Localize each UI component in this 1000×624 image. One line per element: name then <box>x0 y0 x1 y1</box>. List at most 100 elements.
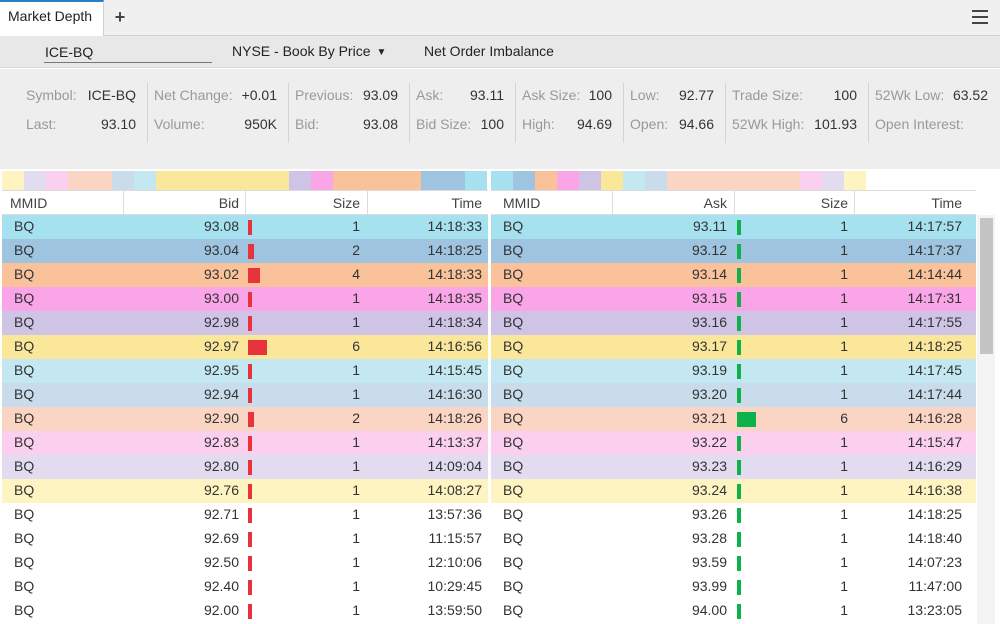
bid-size-bar <box>248 556 252 571</box>
bid-mmid-cell: BQ <box>14 482 35 498</box>
bid-table-row[interactable]: BQ 93.00 1 14:18:35 <box>2 287 488 311</box>
ask-size-bar <box>737 244 741 259</box>
ask-table-row[interactable]: BQ 93.26 1 14:18:25 <box>491 503 976 527</box>
bid-mmid-cell: BQ <box>14 386 35 402</box>
bid-size-cell: 1 <box>352 602 360 618</box>
bid-size-bar <box>248 340 267 355</box>
bid-table-row[interactable]: BQ 92.00 1 13:59:50 <box>2 599 488 623</box>
scrollbar-thumb[interactable] <box>980 218 993 354</box>
tab-market-depth[interactable]: Market Depth <box>0 0 104 36</box>
ask-size-header[interactable]: Size <box>821 195 848 211</box>
bid-price-header[interactable]: Bid <box>219 195 239 211</box>
ask-table-row[interactable]: BQ 93.19 1 14:17:45 <box>491 359 976 383</box>
ask-mmid-cell: BQ <box>503 218 524 234</box>
bid-size-cell: 1 <box>352 290 360 306</box>
symbol-input[interactable] <box>44 41 212 63</box>
bid-table-row[interactable]: BQ 92.90 2 14:18:26 <box>2 407 488 431</box>
hamburger-menu-icon[interactable] <box>972 10 988 24</box>
bid-table-row[interactable]: BQ 92.71 1 13:57:36 <box>2 503 488 527</box>
bid-table-row[interactable]: BQ 92.98 1 14:18:34 <box>2 311 488 335</box>
ask-table-row[interactable]: BQ 93.15 1 14:17:31 <box>491 287 976 311</box>
ask-time-cell: 14:17:37 <box>907 242 963 258</box>
bid-table-row[interactable]: BQ 92.94 1 14:16:30 <box>2 383 488 407</box>
ask-mmid-cell: BQ <box>503 338 524 354</box>
bid-table-row[interactable]: BQ 92.95 1 14:15:45 <box>2 359 488 383</box>
bid-table-header: MMID Bid Size Time <box>2 190 488 215</box>
tab-bar: Market Depth + <box>0 0 1000 36</box>
level-strip-segment <box>557 171 579 190</box>
bid-table-row[interactable]: BQ 92.50 1 12:10:06 <box>2 551 488 575</box>
bid-table-row[interactable]: BQ 92.40 1 10:29:45 <box>2 575 488 599</box>
wk52-high-value: 101.93 <box>814 116 857 132</box>
bid-table-row[interactable]: BQ 93.04 2 14:18:25 <box>2 239 488 263</box>
ask-time-header[interactable]: Time <box>931 195 962 211</box>
ask-table-row[interactable]: BQ 93.22 1 14:15:47 <box>491 431 976 455</box>
bid-table-row[interactable]: BQ 92.97 6 14:16:56 <box>2 335 488 359</box>
ask-value: 93.11 <box>470 87 504 103</box>
ask-table-row[interactable]: BQ 93.28 1 14:18:40 <box>491 527 976 551</box>
bid-mmid-cell: BQ <box>14 410 35 426</box>
ask-size-bar <box>737 292 741 307</box>
bid-mmid-cell: BQ <box>14 242 35 258</box>
summary-group-trade: Trade Size: 100 52Wk High: 101.93 <box>725 83 861 143</box>
bid-table-row[interactable]: BQ 92.76 1 14:08:27 <box>2 479 488 503</box>
ask-table-row[interactable]: BQ 93.23 1 14:16:29 <box>491 455 976 479</box>
ask-size-cell: 1 <box>840 458 848 474</box>
bid-mmid-cell: BQ <box>14 554 35 570</box>
bid-table-row[interactable]: BQ 93.02 4 14:18:33 <box>2 263 488 287</box>
ask-size-bar <box>737 556 741 571</box>
bid-time-cell: 14:13:37 <box>427 434 483 450</box>
ask-table-row[interactable]: BQ 93.59 1 14:07:23 <box>491 551 976 575</box>
bid-table-row[interactable]: BQ 92.69 1 11:15:57 <box>2 527 488 551</box>
bid-mmid-header[interactable]: MMID <box>10 195 47 211</box>
ask-price-cell: 93.24 <box>691 482 727 498</box>
bid-book-table: MMID Bid Size Time BQ 93.08 1 14:18:33 BQ 93.… <box>2 190 488 624</box>
ask-table-row[interactable]: BQ 94.00 1 13:23:05 <box>491 599 976 623</box>
book-type-select[interactable]: NYSE - Book By Price ▼ <box>232 43 386 63</box>
high-value: 94.69 <box>576 116 612 132</box>
ask-table-row[interactable]: BQ 93.17 1 14:18:25 <box>491 335 976 359</box>
bid-mmid-cell: BQ <box>14 506 35 522</box>
ask-size-cell: 1 <box>840 530 848 546</box>
ask-level-strip <box>491 171 869 190</box>
ask-time-cell: 14:17:31 <box>907 290 963 306</box>
ask-mmid-cell: BQ <box>503 266 524 282</box>
ask-table-row[interactable]: BQ 93.12 1 14:17:37 <box>491 239 976 263</box>
bid-size-header[interactable]: Size <box>333 195 360 211</box>
level-strip-segment <box>800 171 822 190</box>
ask-table-row[interactable]: BQ 93.20 1 14:17:44 <box>491 383 976 407</box>
bid-table-row[interactable]: BQ 92.83 1 14:13:37 <box>2 431 488 455</box>
bid-time-cell: 14:18:26 <box>427 410 483 426</box>
bid-size-bar <box>248 604 252 619</box>
level-strip-segment <box>289 171 311 190</box>
ask-price-header[interactable]: Ask <box>704 195 727 211</box>
ask-table-row[interactable]: BQ 93.99 1 11:47:00 <box>491 575 976 599</box>
ask-mmid-cell: BQ <box>503 578 524 594</box>
summary-group-change: Net Change: +0.01 Volume: 950K <box>147 83 281 143</box>
add-tab-button[interactable]: + <box>112 7 128 27</box>
ask-mmid-header[interactable]: MMID <box>503 195 540 211</box>
bid-size-bar <box>248 508 252 523</box>
ask-table-row[interactable]: BQ 93.21 6 14:16:28 <box>491 407 976 431</box>
bid-value: 93.08 <box>362 116 398 132</box>
ask-table-row[interactable]: BQ 93.11 1 14:17:57 <box>491 215 976 239</box>
net-order-imbalance-button[interactable]: Net Order Imbalance <box>424 43 554 59</box>
bid-table-row[interactable]: BQ 92.80 1 14:09:04 <box>2 455 488 479</box>
bid-size-cell: 1 <box>352 578 360 594</box>
ask-table-row[interactable]: BQ 93.14 1 14:14:44 <box>491 263 976 287</box>
bid-level-strip <box>2 171 488 190</box>
level-strip-segment <box>465 171 487 190</box>
ask-mmid-cell: BQ <box>503 314 524 330</box>
bid-price-cell: 93.08 <box>203 218 239 234</box>
ask-price-cell: 93.23 <box>691 458 727 474</box>
level-strip-segment <box>112 171 134 190</box>
ask-table-row[interactable]: BQ 93.24 1 14:16:38 <box>491 479 976 503</box>
bid-time-header[interactable]: Time <box>451 195 482 211</box>
ask-price-cell: 93.14 <box>691 266 727 282</box>
bid-table-row[interactable]: BQ 93.08 1 14:18:33 <box>2 215 488 239</box>
bid-size-cell: 1 <box>352 506 360 522</box>
bid-price-cell: 92.98 <box>203 314 239 330</box>
ask-size-cell: 1 <box>840 290 848 306</box>
ask-table-row[interactable]: BQ 93.16 1 14:17:55 <box>491 311 976 335</box>
bid-size-bar <box>248 292 252 307</box>
